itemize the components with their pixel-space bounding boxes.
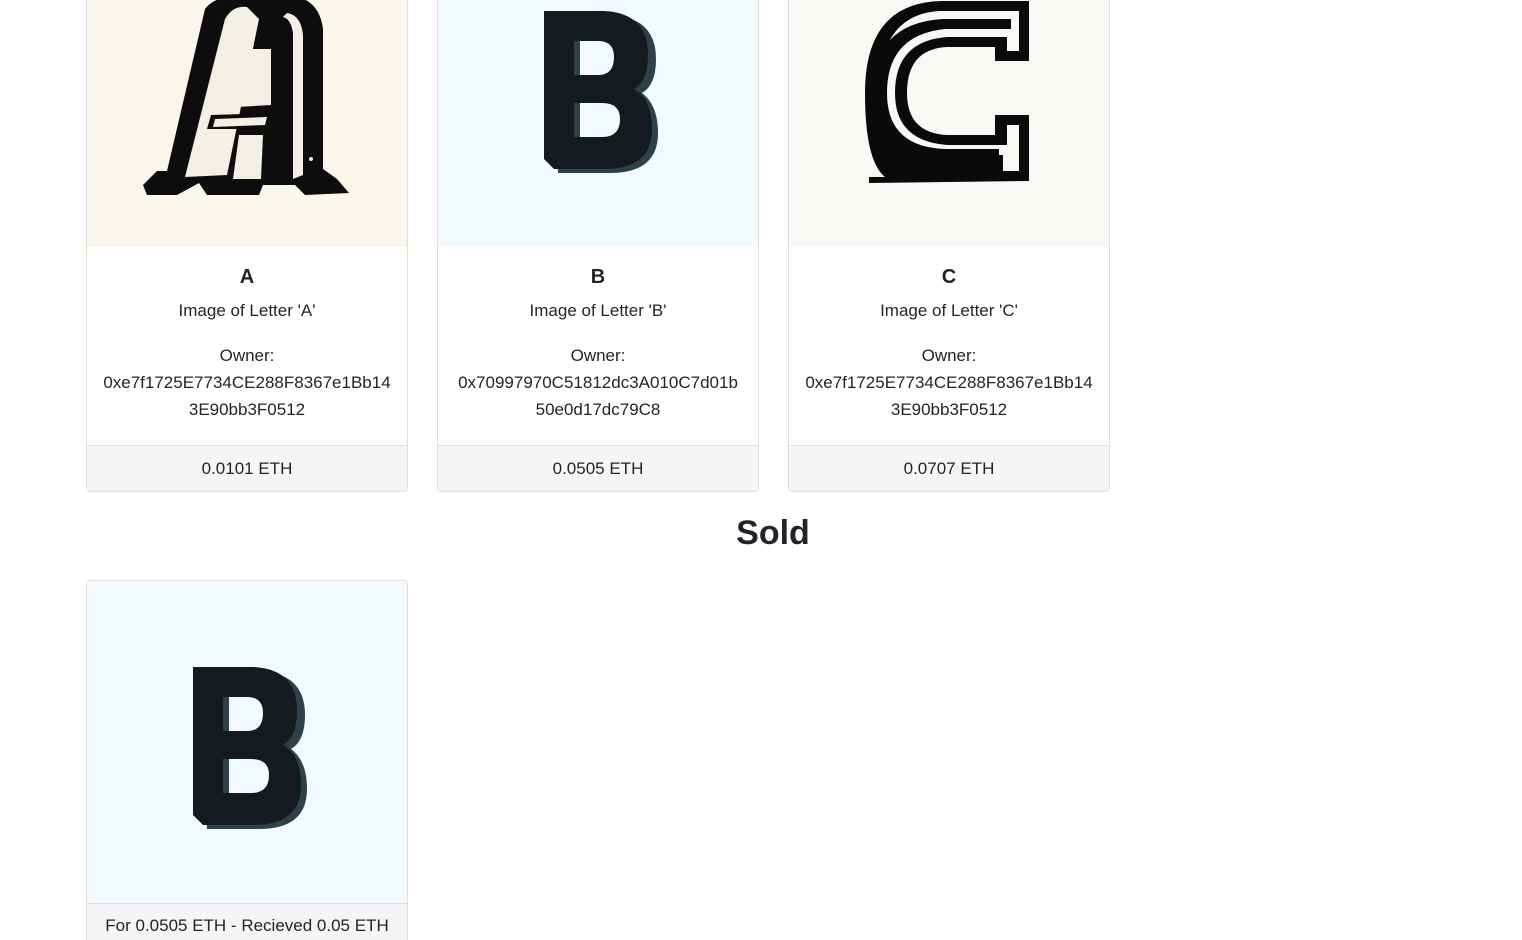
card-description: Image of Letter 'C' [880,301,1018,320]
price-footer: 0.0505 ETH [438,445,758,491]
nft-image-b [438,0,758,247]
nft-image-c [789,0,1109,247]
owner-address: 0xe7f1725E7734CE288F8367e1Bb143E90bb3F05… [805,373,1093,419]
page: A Image of Letter 'A' Owner: 0xe7f1725E7… [0,0,1522,940]
card-body-b: B Image of Letter 'B' Owner: 0x70997970C… [438,247,758,423]
card-body-a: A Image of Letter 'A' Owner: 0xe7f1725E7… [87,247,407,423]
sold-heading: Sold [736,514,810,552]
card-description: Image of Letter 'A' [178,301,316,320]
card-title: B [590,266,606,288]
sold-card[interactable]: For 0.0505 ETH - Recieved 0.05 ETH [86,580,408,940]
owner-label: Owner: [921,346,977,365]
sold-nft-image [87,581,407,903]
letter-a-image [143,0,349,195]
letter-b-image [544,11,658,173]
owner-label: Owner: [219,346,275,365]
card-body-c: C Image of Letter 'C' Owner: 0xe7f1725E7… [789,247,1109,423]
owner-label: Owner: [570,346,626,365]
card-title: A [239,266,255,288]
letter-b-image [193,667,307,829]
nft-card-c[interactable]: C Image of Letter 'C' Owner: 0xe7f1725E7… [788,0,1110,492]
nft-card-b[interactable]: B Image of Letter 'B' Owner: 0x70997970C… [437,0,759,492]
card-title: C [941,266,957,288]
owner-address: 0x70997970C51812dc3A010C7d01b50e0d17dc79… [458,373,738,419]
letter-c-image [865,1,1029,183]
price-footer: 0.0707 ETH [789,445,1109,491]
card-description: Image of Letter 'B' [529,301,667,320]
nft-image-a [87,0,407,247]
nft-card-a[interactable]: A Image of Letter 'A' Owner: 0xe7f1725E7… [86,0,408,492]
price-footer: 0.0101 ETH [87,445,407,491]
sold-summary: For 0.0505 ETH - Recieved 0.05 ETH [87,903,407,940]
owner-address: 0xe7f1725E7734CE288F8367e1Bb143E90bb3F05… [103,373,391,419]
